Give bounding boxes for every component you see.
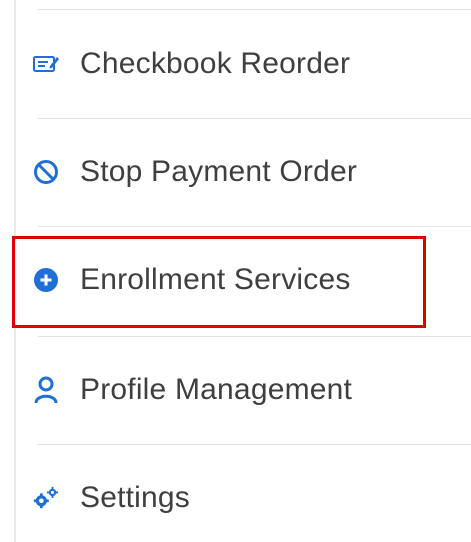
menu-item-label: Stop Payment Order <box>80 155 358 188</box>
services-menu: Checkbook Reorder Stop Payment Order Enr… <box>16 0 471 542</box>
menu-item-label: Settings <box>80 481 190 514</box>
menu-item-stop-payment-order[interactable]: Stop Payment Order <box>16 118 471 226</box>
checkbook-icon <box>33 51 59 77</box>
menu-item-label: Profile Management <box>80 373 353 406</box>
menu-item-settings[interactable]: Settings <box>16 444 471 542</box>
menu-item-label: Checkbook Reorder <box>80 47 351 80</box>
menu-frame: Checkbook Reorder Stop Payment Order Enr… <box>0 0 471 542</box>
prohibited-icon <box>33 159 59 185</box>
menu-item-profile-management[interactable]: Profile Management <box>16 336 471 444</box>
person-icon <box>33 376 59 404</box>
menu-item-checkbook-reorder[interactable]: Checkbook Reorder <box>16 10 471 118</box>
menu-item-enrollment-services[interactable]: Enrollment Services <box>16 226 471 334</box>
gears-icon <box>33 485 59 511</box>
plus-circle-icon <box>33 267 59 293</box>
menu-item-label: Enrollment Services <box>80 263 351 296</box>
